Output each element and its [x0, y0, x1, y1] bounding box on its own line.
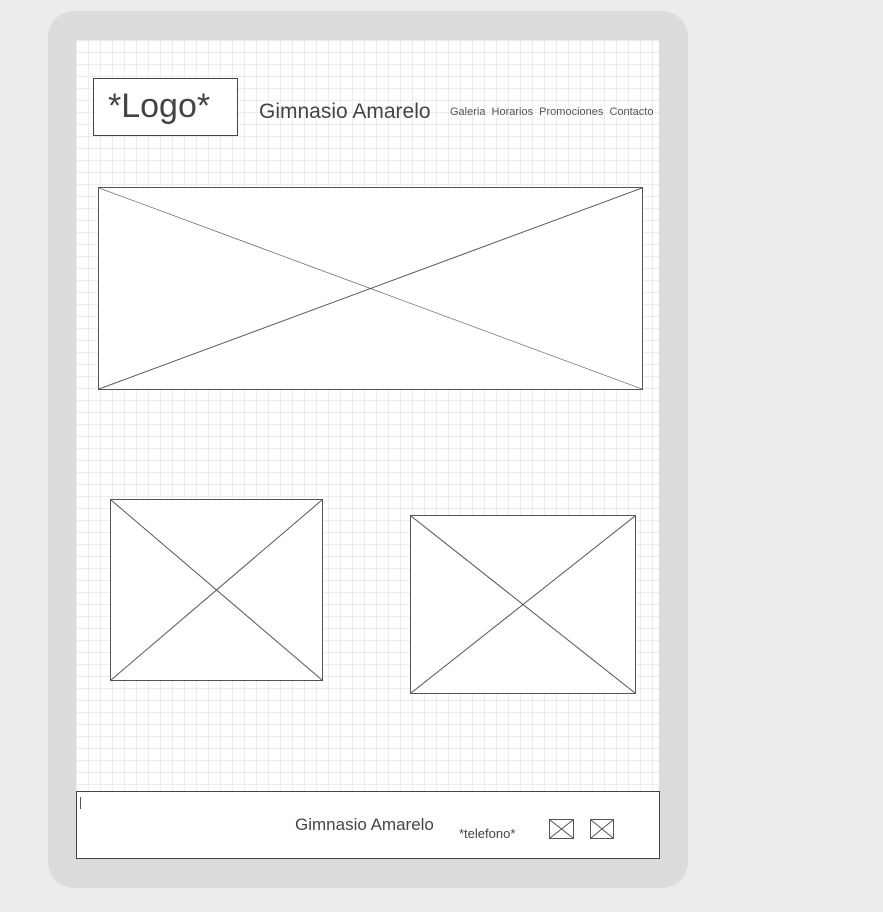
image-placeholder-icon	[550, 820, 573, 838]
social-icon-placeholder-1[interactable]	[549, 819, 574, 839]
nav-menu: Galeria Horarios Promociones Contacto	[450, 106, 656, 118]
image-placeholder-icon	[411, 516, 635, 693]
nav-link-galeria[interactable]: Galeria	[450, 106, 485, 118]
footer-phone: *telefono*	[459, 826, 516, 841]
nav-link-promociones[interactable]: Promociones	[539, 106, 603, 118]
nav-link-horarios[interactable]: Horarios	[492, 106, 534, 118]
image-placeholder-right	[410, 515, 636, 694]
hero-image-placeholder	[98, 187, 643, 390]
text-cursor	[80, 797, 81, 809]
site-title: Gimnasio Amarelo	[259, 100, 431, 123]
social-icon-placeholder-2[interactable]	[590, 819, 614, 839]
footer-title: Gimnasio Amarelo	[295, 815, 434, 834]
image-placeholder-icon	[591, 820, 613, 838]
image-placeholder-icon	[111, 500, 322, 680]
logo-placeholder: *Logo*	[93, 78, 238, 136]
nav-link-contacto[interactable]: Contacto	[609, 106, 653, 118]
image-placeholder-icon	[99, 188, 642, 389]
image-placeholder-left	[110, 499, 323, 681]
